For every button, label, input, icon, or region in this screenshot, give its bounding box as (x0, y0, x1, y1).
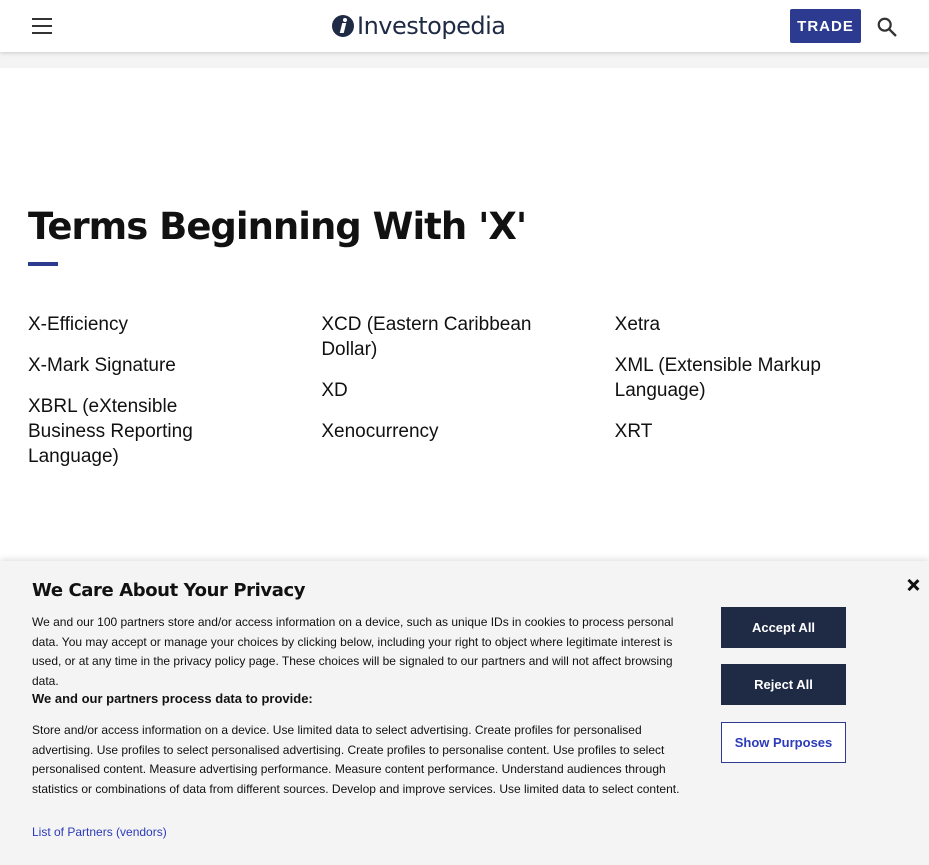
close-icon[interactable] (905, 577, 921, 593)
terms-list: X-Efficiency X-Mark Signature XBRL (eXte… (28, 312, 908, 485)
menu-bar (32, 18, 52, 20)
privacy-purposes-text: Store and/or access information on a dev… (32, 723, 680, 796)
privacy-description: We and our 100 partners store and/or acc… (32, 615, 674, 688)
terms-column-1: X-Efficiency X-Mark Signature XBRL (eXte… (28, 312, 321, 485)
partners-list-link[interactable]: List of Partners (vendors) (32, 825, 167, 839)
term-link[interactable]: X-Efficiency (28, 312, 258, 337)
site-header: Investopedia TRADE (0, 0, 929, 52)
privacy-title: We Care About Your Privacy (32, 580, 306, 601)
header-spacer-band (0, 52, 929, 68)
privacy-banner: We Care About Your Privacy We and our 10… (0, 561, 929, 865)
accept-all-button[interactable]: Accept All (721, 607, 846, 648)
menu-bar (32, 25, 52, 27)
term-link[interactable]: XML (Extensible Markup Language) (615, 353, 845, 403)
terms-column-2: XCD (Eastern Caribbean Dollar) XD Xenocu… (321, 312, 614, 485)
term-link[interactable]: X-Mark Signature (28, 353, 258, 378)
term-link[interactable]: Xetra (615, 312, 845, 337)
show-purposes-button[interactable]: Show Purposes (721, 722, 846, 763)
investopedia-logo[interactable]: Investopedia (332, 10, 506, 42)
term-link[interactable]: XRT (615, 419, 845, 444)
term-link[interactable]: XD (321, 378, 551, 403)
term-link[interactable]: Xenocurrency (321, 419, 551, 444)
page-title: Terms Beginning With 'X' (28, 205, 527, 248)
menu-bar (32, 32, 52, 34)
reject-all-button[interactable]: Reject All (721, 664, 846, 705)
search-icon[interactable] (876, 16, 898, 38)
terms-column-3: Xetra XML (Extensible Markup Language) X… (615, 312, 908, 485)
term-link[interactable]: XBRL (eXtensible Business Reporting Lang… (28, 394, 258, 469)
trade-button[interactable]: TRADE (790, 9, 861, 43)
logo-text: Investopedia (357, 12, 506, 40)
privacy-subheading: We and our partners process data to prov… (32, 691, 313, 706)
title-underline (28, 262, 58, 266)
hamburger-menu-icon[interactable] (30, 15, 54, 37)
investopedia-logo-icon (332, 15, 354, 37)
term-link[interactable]: XCD (Eastern Caribbean Dollar) (321, 312, 551, 362)
